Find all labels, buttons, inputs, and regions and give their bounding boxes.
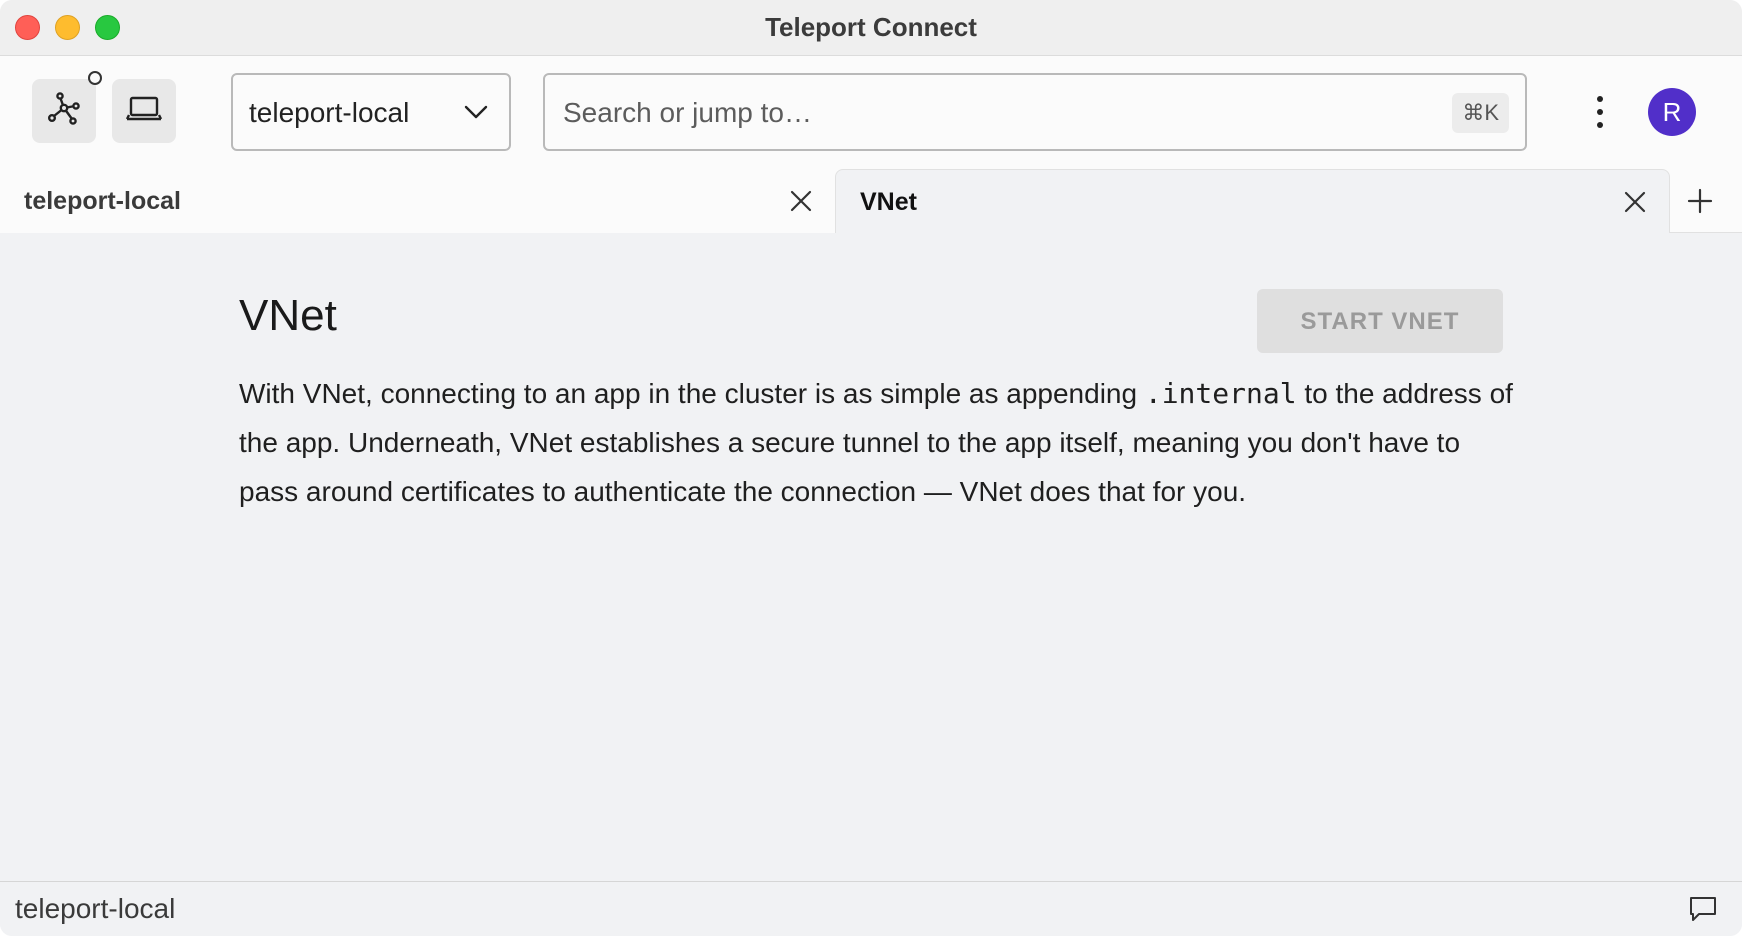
tab-vnet[interactable]: VNet xyxy=(835,169,1670,234)
close-icon[interactable] xyxy=(787,187,815,215)
feedback-button[interactable] xyxy=(1688,894,1718,924)
top-bar: teleport-local Search or jump to… ⌘K R xyxy=(0,56,1742,169)
tab-teleport-local[interactable]: teleport-local xyxy=(0,169,835,233)
more-vertical-icon xyxy=(1584,96,1616,138)
user-avatar[interactable]: R xyxy=(1648,88,1696,136)
window-title: Teleport Connect xyxy=(765,12,977,42)
tab-label: teleport-local xyxy=(24,187,181,215)
main-content: VNet START VNET With VNet, connecting to… xyxy=(0,233,1742,881)
laptop-icon xyxy=(125,95,163,128)
close-icon[interactable] xyxy=(1621,188,1649,216)
cluster-select[interactable]: teleport-local xyxy=(231,73,511,151)
status-bar-cluster: teleport-local xyxy=(15,893,176,924)
description-text-start: With VNet, connecting to an app in the c… xyxy=(239,378,1145,409)
tab-label: VNet xyxy=(860,188,917,216)
internal-domain-code: .internal xyxy=(1144,377,1297,410)
chat-bubble-icon xyxy=(1688,897,1718,928)
search-placeholder: Search or jump to… xyxy=(563,97,812,128)
status-circle-icon xyxy=(88,71,102,85)
vnet-button[interactable] xyxy=(112,79,176,143)
cluster-select-value: teleport-local xyxy=(249,97,410,128)
title-bar: Teleport Connect xyxy=(0,0,1742,56)
more-options-button[interactable] xyxy=(1584,90,1616,134)
tab-bar: teleport-local VNet xyxy=(0,169,1742,234)
status-bar: teleport-local xyxy=(0,881,1742,936)
connections-button[interactable] xyxy=(32,79,96,143)
search-input[interactable]: Search or jump to… ⌘K xyxy=(543,73,1527,151)
chevron-down-icon xyxy=(463,99,489,130)
network-icon xyxy=(46,91,82,131)
search-shortcut-badge: ⌘K xyxy=(1452,93,1509,133)
plus-icon xyxy=(1686,188,1714,219)
new-tab-button[interactable] xyxy=(1686,187,1714,215)
vnet-description: With VNet, connecting to an app in the c… xyxy=(239,369,1519,516)
start-vnet-button[interactable]: START VNET xyxy=(1257,289,1503,353)
app-window: Teleport Connect teleport-local Search o… xyxy=(0,0,1742,936)
page-title: VNet xyxy=(239,291,337,340)
